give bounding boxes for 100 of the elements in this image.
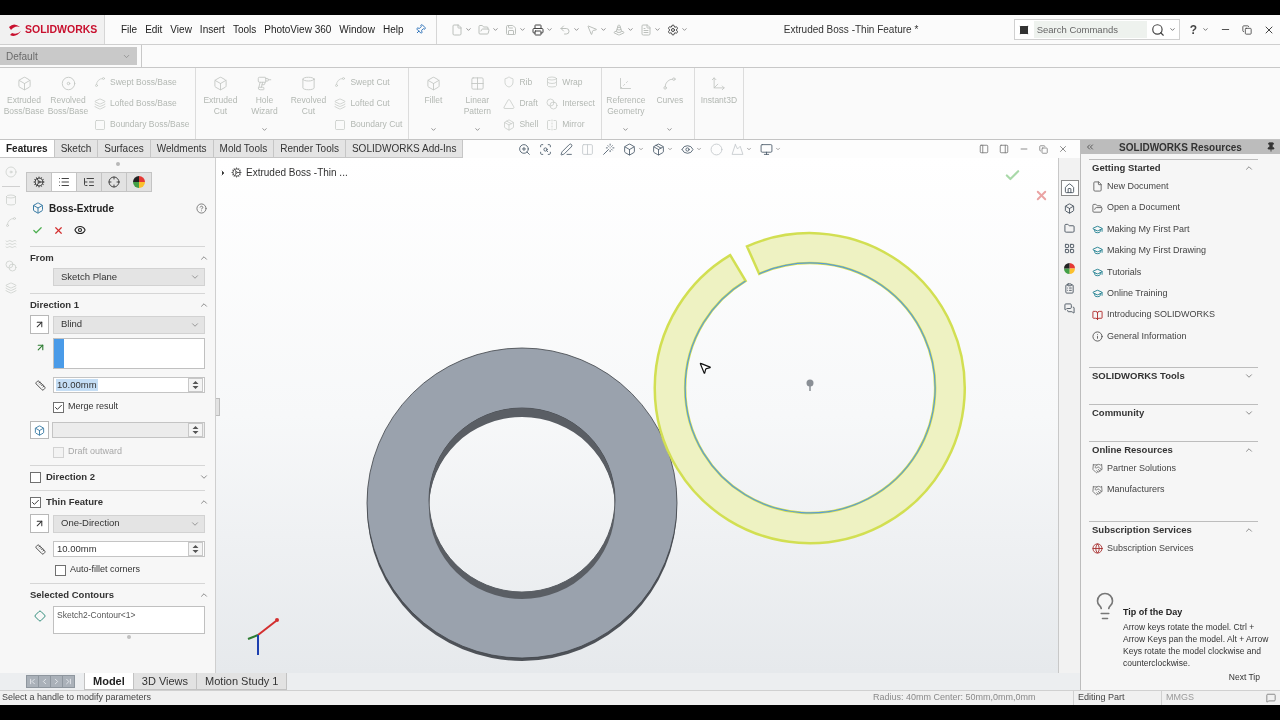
menu-item[interactable]: Tools: [228, 22, 261, 37]
resource-link[interactable]: Open a Document: [1107, 201, 1181, 215]
zoom-icon[interactable]: [518, 142, 532, 156]
feature-flyout-label[interactable]: Extruded Boss -Thin ...: [246, 165, 348, 180]
dropdown-caret-icon[interactable]: [775, 146, 782, 152]
tile-right-icon[interactable]: [999, 144, 1009, 154]
command-tab[interactable]: Mold Tools: [213, 140, 275, 158]
dropdown-caret-icon[interactable]: [492, 26, 500, 33]
command-tab[interactable]: Features: [0, 140, 55, 158]
dropdown-caret-icon[interactable]: [1168, 26, 1176, 33]
reverse-direction-button[interactable]: [30, 514, 49, 533]
thin-type-dropdown[interactable]: One-Direction: [53, 514, 205, 533]
expand-arrow-icon[interactable]: [219, 168, 227, 177]
chevron-down-icon[interactable]: [190, 272, 200, 282]
menu-item[interactable]: File: [117, 22, 142, 37]
dropdown-caret-icon[interactable]: [465, 26, 473, 33]
dropdown-caret-icon[interactable]: [667, 146, 674, 152]
search-field[interactable]: Search Commands: [1033, 21, 1147, 38]
list-item[interactable]: Sketch2-Contour<1>: [57, 609, 201, 622]
cylinder-icon[interactable]: [5, 194, 17, 206]
command-tab[interactable]: Render Tools: [274, 140, 346, 158]
layers-icon[interactable]: [5, 282, 17, 294]
model-tab[interactable]: 3D Views: [132, 673, 198, 690]
pen-icon[interactable]: [560, 142, 574, 156]
checkbox[interactable]: [30, 496, 41, 508]
end-condition-dropdown[interactable]: Blind: [53, 315, 205, 334]
menu-item[interactable]: Edit: [141, 22, 167, 37]
collapse-caret-icon[interactable]: [199, 590, 209, 600]
collapse-caret-icon[interactable]: [199, 300, 209, 310]
help-icon[interactable]: [196, 202, 207, 214]
resource-link[interactable]: New Document: [1107, 179, 1169, 194]
dropdown-caret-icon[interactable]: [746, 146, 753, 152]
dropdown-caret-icon[interactable]: [546, 26, 554, 33]
eye-icon[interactable]: [74, 224, 86, 236]
dropdown-caret-icon[interactable]: [681, 26, 689, 33]
manager-tab[interactable]: [51, 172, 77, 192]
resource-link[interactable]: Subscription Services: [1107, 541, 1194, 556]
command-tab[interactable]: Weldments: [150, 140, 214, 158]
dropdown-caret-icon[interactable]: [627, 26, 635, 33]
dropdown-caret-icon[interactable]: [696, 146, 703, 152]
collapse-caret-icon[interactable]: [199, 253, 209, 263]
search-icon[interactable]: [1150, 22, 1165, 37]
zoom-area-icon[interactable]: [539, 142, 553, 156]
dropdown-caret-icon[interactable]: [654, 26, 662, 33]
menu-item[interactable]: View: [166, 22, 196, 37]
collapse-caret-icon[interactable]: [1244, 163, 1254, 173]
checkbox[interactable]: [55, 564, 66, 576]
manager-tab[interactable]: [126, 172, 152, 192]
spinner-icon[interactable]: [188, 542, 203, 556]
model-tab[interactable]: Motion Study 1: [196, 673, 288, 690]
resource-link[interactable]: Online Training: [1107, 286, 1168, 301]
menu-item[interactable]: Help: [378, 22, 408, 37]
menu-item[interactable]: PhotoView 360: [260, 22, 336, 37]
resource-link[interactable]: Partner Solutions: [1107, 462, 1177, 476]
collapse-caret-icon[interactable]: [199, 497, 209, 507]
spline-icon[interactable]: [5, 216, 17, 228]
resource-link[interactable]: Tutorials: [1107, 265, 1142, 279]
settings-icon[interactable]: [667, 23, 680, 36]
command-tab[interactable]: Surfaces: [98, 140, 151, 158]
checkbox[interactable]: [53, 401, 64, 413]
resource-link[interactable]: Manufacturers: [1107, 483, 1165, 497]
command-tab[interactable]: SOLIDWORKS Add-Ins: [345, 140, 464, 158]
direction-selection-box[interactable]: [53, 338, 205, 369]
resource-link[interactable]: Introducing SOLIDWORKS: [1107, 308, 1216, 322]
restore-icon[interactable]: [1039, 144, 1048, 154]
start-condition-dropdown[interactable]: Sketch Plane: [53, 268, 205, 286]
panel-splitter-handle[interactable]: [216, 398, 220, 416]
command-tab[interactable]: Sketch: [54, 140, 99, 158]
ok-check-icon[interactable]: [32, 224, 43, 236]
overlapping-circles-icon[interactable]: [5, 260, 17, 272]
message-icon[interactable]: [1266, 693, 1276, 703]
resource-link[interactable]: General Information: [1107, 329, 1187, 344]
dropdown-caret-icon[interactable]: [519, 26, 527, 33]
disc-icon[interactable]: [5, 166, 17, 178]
thickness-field[interactable]: 10.00mm: [53, 541, 205, 557]
dropdown-caret-icon[interactable]: [1202, 26, 1209, 33]
draft-button[interactable]: [30, 421, 49, 439]
spinner-icon[interactable]: [188, 378, 203, 392]
dropdown-caret-icon[interactable]: [638, 146, 645, 152]
cancel-x-icon[interactable]: [1034, 188, 1049, 203]
dropdown-caret-icon[interactable]: [573, 26, 581, 33]
menu-item[interactable]: Window: [335, 22, 379, 37]
help-button[interactable]: ?: [1189, 20, 1197, 39]
dropdown-caret-icon[interactable]: [600, 26, 608, 33]
washer-model[interactable]: [366, 347, 678, 661]
printer-icon[interactable]: [532, 23, 545, 36]
next-tip-link[interactable]: Next Tip: [1228, 671, 1260, 684]
tile-left-icon[interactable]: [979, 144, 989, 154]
model-tab[interactable]: Model: [84, 673, 134, 690]
wand-icon[interactable]: [602, 142, 616, 156]
cancel-x-icon[interactable]: [53, 224, 64, 236]
pin-icon[interactable]: [1266, 142, 1276, 152]
menu-item[interactable]: Insert: [195, 22, 229, 37]
restore-icon[interactable]: [1242, 24, 1252, 35]
box-icon[interactable]: [652, 142, 666, 156]
selection-list[interactable]: Sketch2-Contour<1>: [53, 606, 205, 634]
monitor-icon[interactable]: [760, 142, 774, 156]
collapse-icon[interactable]: [1085, 142, 1095, 152]
manager-tab[interactable]: [76, 172, 102, 192]
cube-icon[interactable]: [623, 142, 637, 156]
